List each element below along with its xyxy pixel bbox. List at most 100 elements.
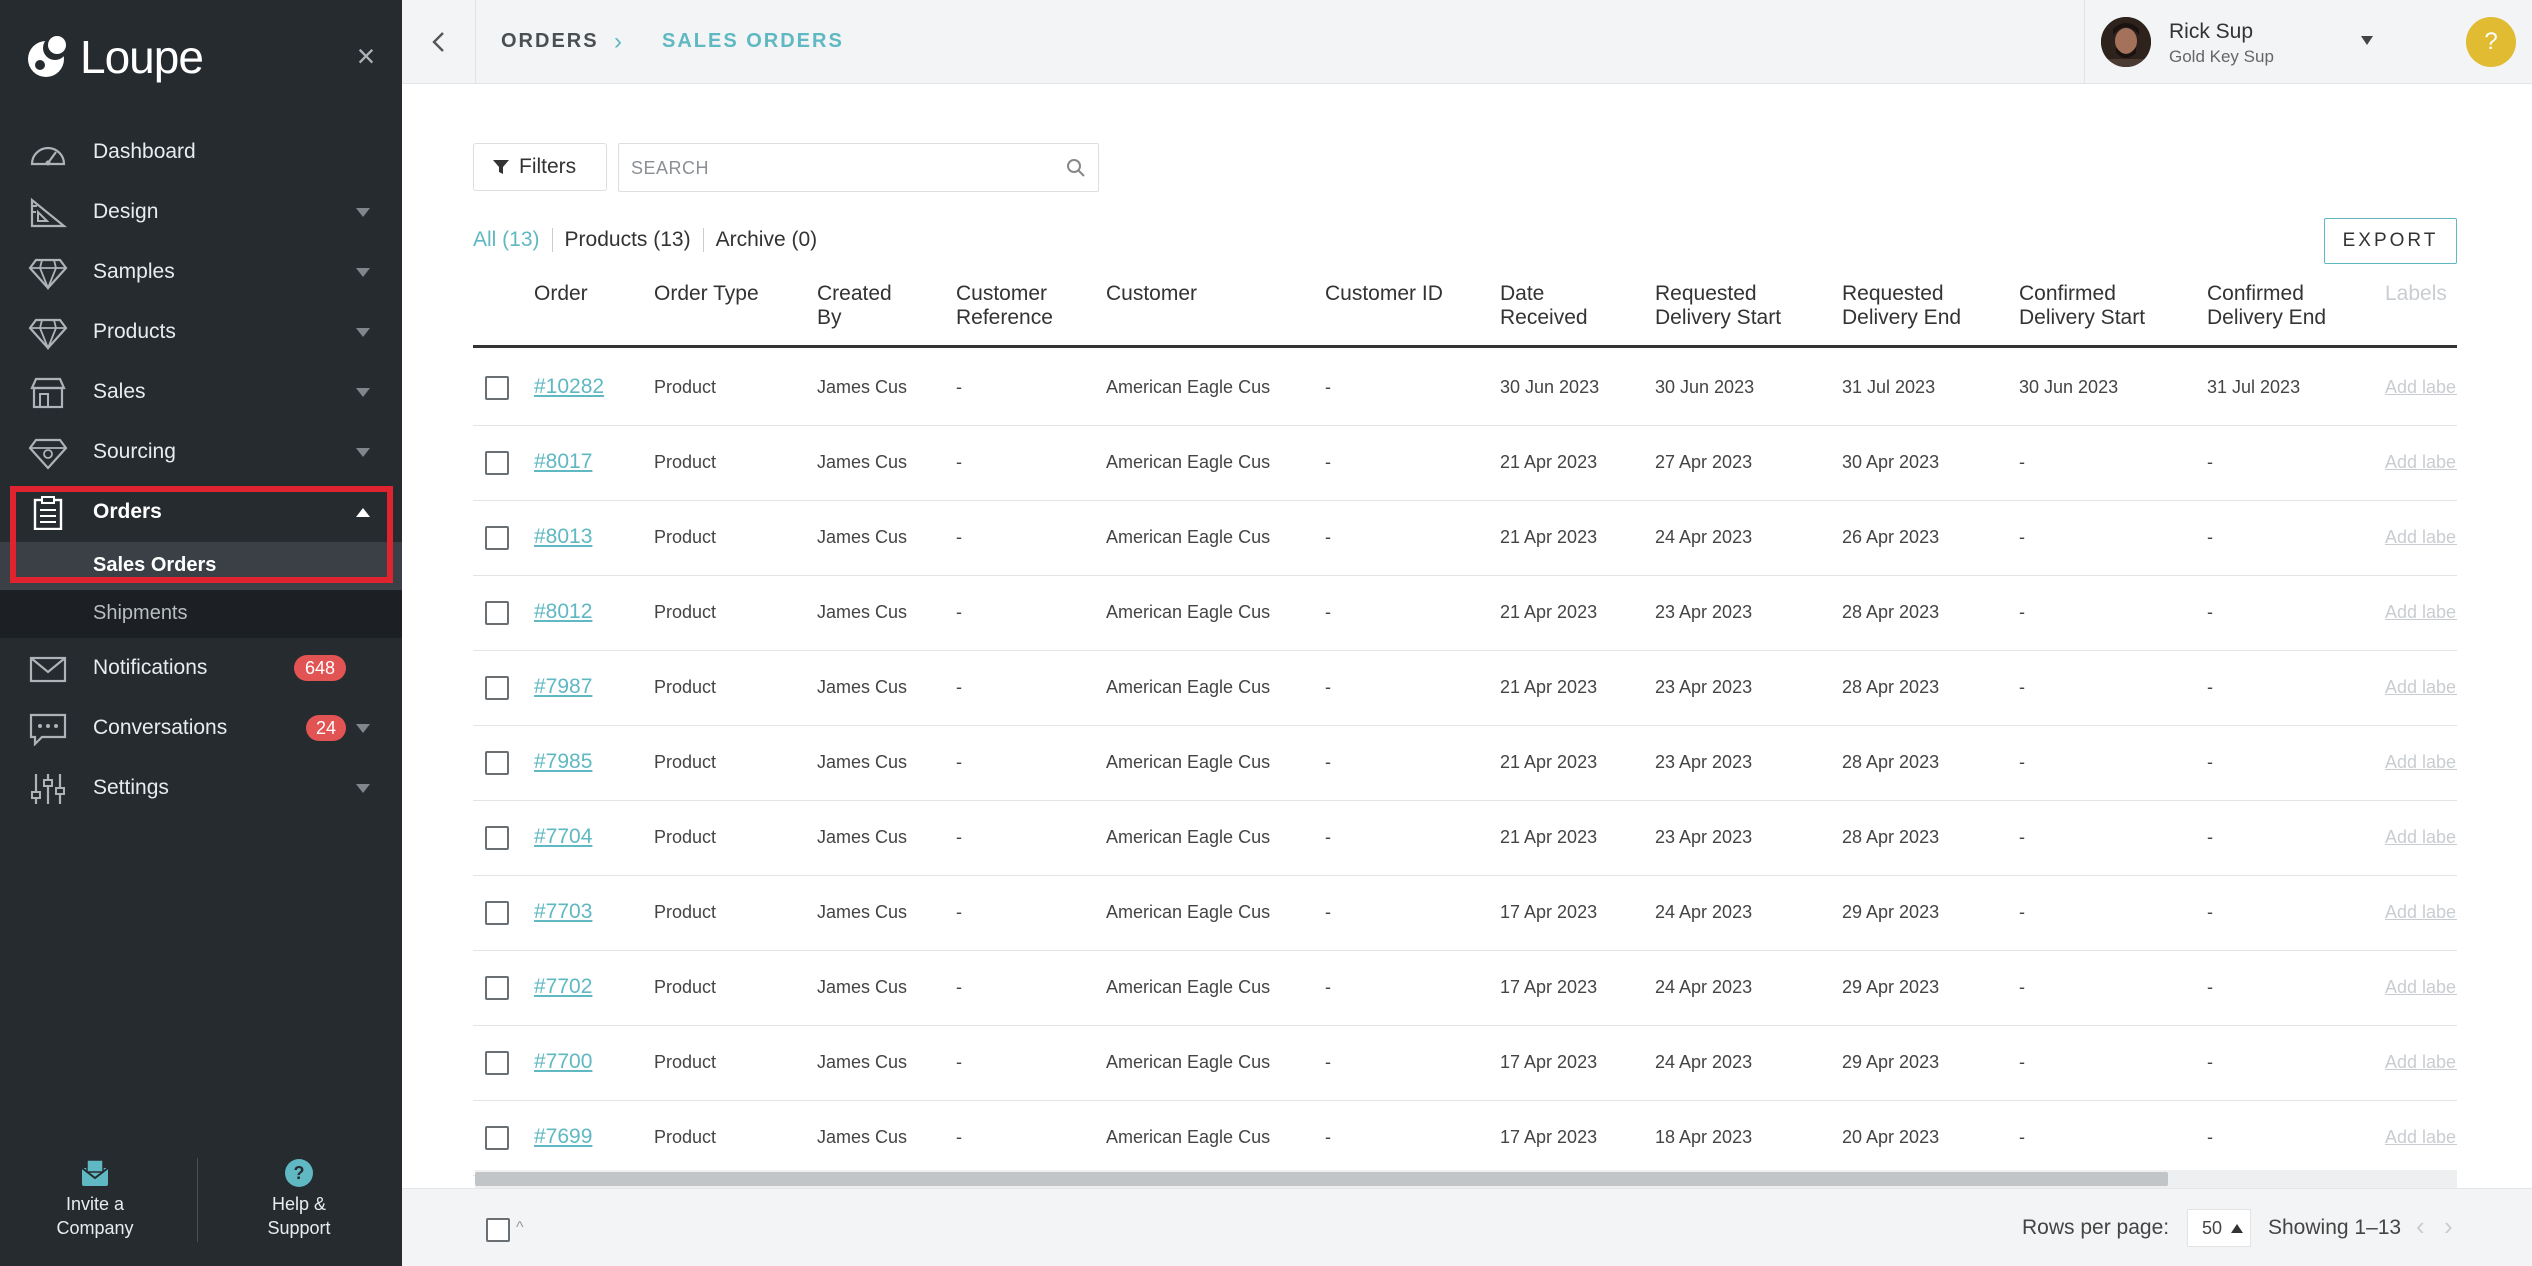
chevron-down-icon[interactable] (356, 207, 370, 217)
order-number-link[interactable]: #8012 (534, 600, 592, 624)
help-support-button[interactable]: ? Help & Support (204, 1158, 394, 1240)
chevron-down-icon[interactable] (356, 447, 370, 457)
order-number-link[interactable]: #7704 (534, 825, 592, 849)
column-header-requested-delivery-start[interactable]: Requested Delivery Start (1655, 282, 1781, 330)
order-number-link[interactable]: #10282 (534, 375, 604, 399)
column-header-date-received[interactable]: Date Received (1500, 282, 1588, 330)
sidebar-item-notifications[interactable]: Notifications 648 (0, 638, 402, 698)
table-row[interactable]: #7700 Product James Cus - American Eagle Cus… (473, 1026, 2457, 1101)
cell-customer-id: - (1325, 1127, 1331, 1147)
select-all-checkbox[interactable] (486, 1218, 510, 1242)
table-row[interactable]: #7704 Product James Cus - American Eagle Cus… (473, 801, 2457, 876)
order-number-link[interactable]: #8017 (534, 450, 592, 474)
next-page-icon[interactable]: › (2444, 1211, 2453, 1242)
chevron-up-icon[interactable] (356, 507, 370, 517)
table-row[interactable]: #8017 Product James Cus - American Eagle Cus… (473, 426, 2457, 501)
row-checkbox[interactable] (485, 1051, 509, 1075)
sidebar-item-products[interactable]: Products (0, 302, 402, 362)
add-labels-link[interactable]: Add labels (2385, 452, 2457, 473)
column-header-created-by[interactable]: Created By (817, 282, 892, 330)
row-checkbox[interactable] (485, 676, 509, 700)
add-labels-link[interactable]: Add labels (2385, 827, 2457, 848)
column-header-order-type[interactable]: Order Type (654, 282, 759, 306)
invite-company-button[interactable]: Invite a Company (0, 1158, 190, 1240)
column-header-labels[interactable]: Labels (2385, 282, 2447, 306)
sidebar-subitem-sales-orders[interactable]: Sales Orders (0, 542, 402, 590)
add-labels-link[interactable]: Add labels (2385, 977, 2457, 998)
sidebar-item-conversations[interactable]: Conversations 24 (0, 698, 402, 758)
row-checkbox[interactable] (485, 751, 509, 775)
chevron-down-icon[interactable] (356, 387, 370, 397)
chevron-down-icon[interactable] (356, 267, 370, 277)
column-header-customer[interactable]: Customer (1106, 282, 1197, 306)
column-header-confirmed-delivery-end[interactable]: Confirmed Delivery End (2207, 282, 2326, 330)
row-checkbox[interactable] (485, 976, 509, 1000)
order-number-link[interactable]: #7985 (534, 750, 592, 774)
order-number-link[interactable]: #7987 (534, 675, 592, 699)
back-button[interactable] (402, 0, 476, 84)
sidebar-item-orders[interactable]: Orders (0, 482, 402, 542)
chevron-up-icon[interactable]: ^ (516, 1219, 524, 1237)
add-labels-link[interactable]: Add labels (2385, 752, 2457, 773)
sidebar-item-settings[interactable]: Settings (0, 758, 402, 818)
chevron-down-icon[interactable] (356, 723, 370, 733)
table-row[interactable]: #8012 Product James Cus - American Eagle Cus… (473, 576, 2457, 651)
add-labels-link[interactable]: Add labels (2385, 902, 2457, 923)
breadcrumb-orders[interactable]: ORDERS (501, 30, 599, 53)
add-labels-link[interactable]: Add labels (2385, 677, 2457, 698)
breadcrumb-sales-orders[interactable]: SALES ORDERS (662, 30, 844, 53)
user-menu[interactable]: Rick Sup Gold Key Sup (2084, 0, 2404, 84)
table-row[interactable]: #10282 Product James Cus - American Eagle Cu… (473, 351, 2457, 426)
table-row[interactable]: #7702 Product James Cus - American Eagle Cus… (473, 951, 2457, 1026)
prev-page-icon[interactable]: ‹ (2416, 1211, 2425, 1242)
order-number-link[interactable]: #8013 (534, 525, 592, 549)
tab-archive[interactable]: Archive (0) (702, 228, 830, 252)
column-header-customer-id[interactable]: Customer ID (1325, 282, 1443, 306)
row-checkbox[interactable] (485, 1126, 509, 1150)
column-header-requested-delivery-end[interactable]: Requested Delivery End (1842, 282, 1961, 330)
row-checkbox[interactable] (485, 376, 509, 400)
table-row[interactable]: #7987 Product James Cus - American Eagle Cus… (473, 651, 2457, 726)
sidebar-item-design[interactable]: Design (0, 182, 402, 242)
filters-button[interactable]: Filters (473, 143, 607, 191)
row-checkbox[interactable] (485, 526, 509, 550)
sidebar-item-dashboard[interactable]: Dashboard (0, 122, 402, 182)
row-checkbox[interactable] (485, 826, 509, 850)
search-input[interactable] (631, 154, 1051, 182)
table-row[interactable]: #7699 Product James Cus - American Eagle Cus… (473, 1101, 2457, 1176)
export-button[interactable]: EXPORT (2324, 218, 2457, 264)
tab-all[interactable]: All (13) (473, 228, 552, 252)
add-labels-link[interactable]: Add labels (2385, 602, 2457, 623)
column-header-confirmed-delivery-start[interactable]: Confirmed Delivery Start (2019, 282, 2145, 330)
sidebar-item-samples[interactable]: Samples (0, 242, 402, 302)
table-row[interactable]: #7703 Product James Cus - American Eagle Cus… (473, 876, 2457, 951)
table-row[interactable]: #7985 Product James Cus - American Eagle Cus… (473, 726, 2457, 801)
chevron-down-icon[interactable] (2361, 36, 2373, 45)
app-logo[interactable]: Loupe (22, 30, 204, 84)
order-number-link[interactable]: #7699 (534, 1125, 592, 1149)
help-button[interactable]: ? (2466, 17, 2516, 67)
close-sidebar-icon[interactable]: × (352, 40, 380, 72)
scrollbar-thumb[interactable] (475, 1172, 2168, 1186)
order-number-link[interactable]: #7700 (534, 1050, 592, 1074)
chevron-down-icon[interactable] (356, 327, 370, 337)
column-header-order[interactable]: Order (534, 282, 588, 306)
sidebar-item-sourcing[interactable]: Sourcing (0, 422, 402, 482)
add-labels-link[interactable]: Add labels (2385, 527, 2457, 548)
rows-per-page-select[interactable]: 50 (2187, 1209, 2251, 1247)
column-header-customer-reference[interactable]: Customer Reference (956, 282, 1053, 330)
row-checkbox[interactable] (485, 601, 509, 625)
order-number-link[interactable]: #7703 (534, 900, 592, 924)
sidebar-subitem-shipments[interactable]: Shipments (0, 590, 402, 638)
tab-products[interactable]: Products (13) (551, 228, 703, 252)
row-checkbox[interactable] (485, 901, 509, 925)
chevron-down-icon[interactable] (356, 783, 370, 793)
add-labels-link[interactable]: Add labels (2385, 1052, 2457, 1073)
add-labels-link[interactable]: Add labels (2385, 1127, 2457, 1148)
sidebar-item-sales[interactable]: Sales (0, 362, 402, 422)
row-checkbox[interactable] (485, 451, 509, 475)
order-number-link[interactable]: #7702 (534, 975, 592, 999)
horizontal-scrollbar[interactable] (475, 1170, 2457, 1188)
table-row[interactable]: #8013 Product James Cus - American Eagle Cus… (473, 501, 2457, 576)
add-labels-link[interactable]: Add labels (2385, 377, 2457, 398)
